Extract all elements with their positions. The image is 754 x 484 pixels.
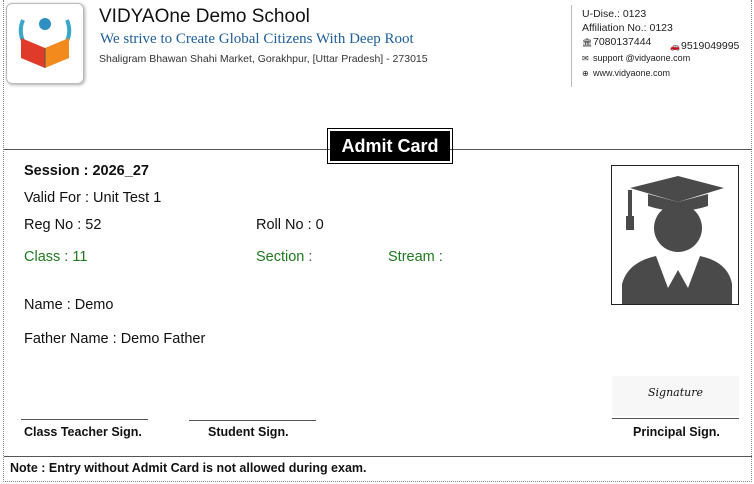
book-logo-icon xyxy=(18,18,72,68)
reg-no: Reg No : 52 xyxy=(24,217,102,233)
class: Class : 11 xyxy=(24,249,88,265)
father-name: Father Name : Demo Father xyxy=(24,331,206,347)
stream: Stream : xyxy=(388,249,443,265)
section: Section : xyxy=(256,249,313,265)
class-teacher-sign-line xyxy=(21,419,148,420)
admit-card-title: Admit Card xyxy=(327,128,453,164)
school-tagline: We strive to Create Global Citizens With… xyxy=(100,31,414,47)
email: ✉ support @vidyaone.com xyxy=(582,53,691,64)
exam-note: Note : Entry without Admit Card is not a… xyxy=(10,461,367,475)
car-icon: 🚗 xyxy=(670,41,680,51)
student-photo xyxy=(611,165,739,305)
phone-2: 🚗9519049995 xyxy=(670,40,740,52)
signature-scribble: Signature xyxy=(647,386,703,399)
globe-icon: ⊕ xyxy=(582,69,589,79)
affiliation-number: Affiliation No.: 0123 xyxy=(582,22,673,34)
school-name: VIDYAOne Demo School xyxy=(99,6,310,27)
graduate-avatar-icon xyxy=(622,176,732,304)
phone-1: 🏛7080137444 xyxy=(582,36,652,48)
website: ⊕ www.vidyaone.com xyxy=(582,68,671,79)
email-icon: ✉ xyxy=(582,54,589,64)
session: Session : 2026_27 xyxy=(24,163,149,179)
school-logo xyxy=(6,3,84,84)
student-sign-line xyxy=(189,420,316,421)
udise-number: U-Dise.: 0123 xyxy=(582,8,647,20)
class-teacher-sign-label: Class Teacher Sign. xyxy=(24,425,142,439)
student-sign-label: Student Sign. xyxy=(208,425,289,439)
building-icon: 🏛 xyxy=(582,37,593,47)
student-name: Name : Demo xyxy=(24,297,114,313)
school-address: Shaligram Bhawan Shahi Market, Gorakhpur… xyxy=(99,53,428,65)
note-divider xyxy=(4,456,752,457)
roll-no: Roll No : 0 xyxy=(256,217,324,233)
principal-sign-line xyxy=(612,418,739,419)
valid-for: Valid For : Unit Test 1 xyxy=(24,190,162,206)
header-divider xyxy=(571,5,572,87)
principal-sign-label: Principal Sign. xyxy=(633,425,720,439)
